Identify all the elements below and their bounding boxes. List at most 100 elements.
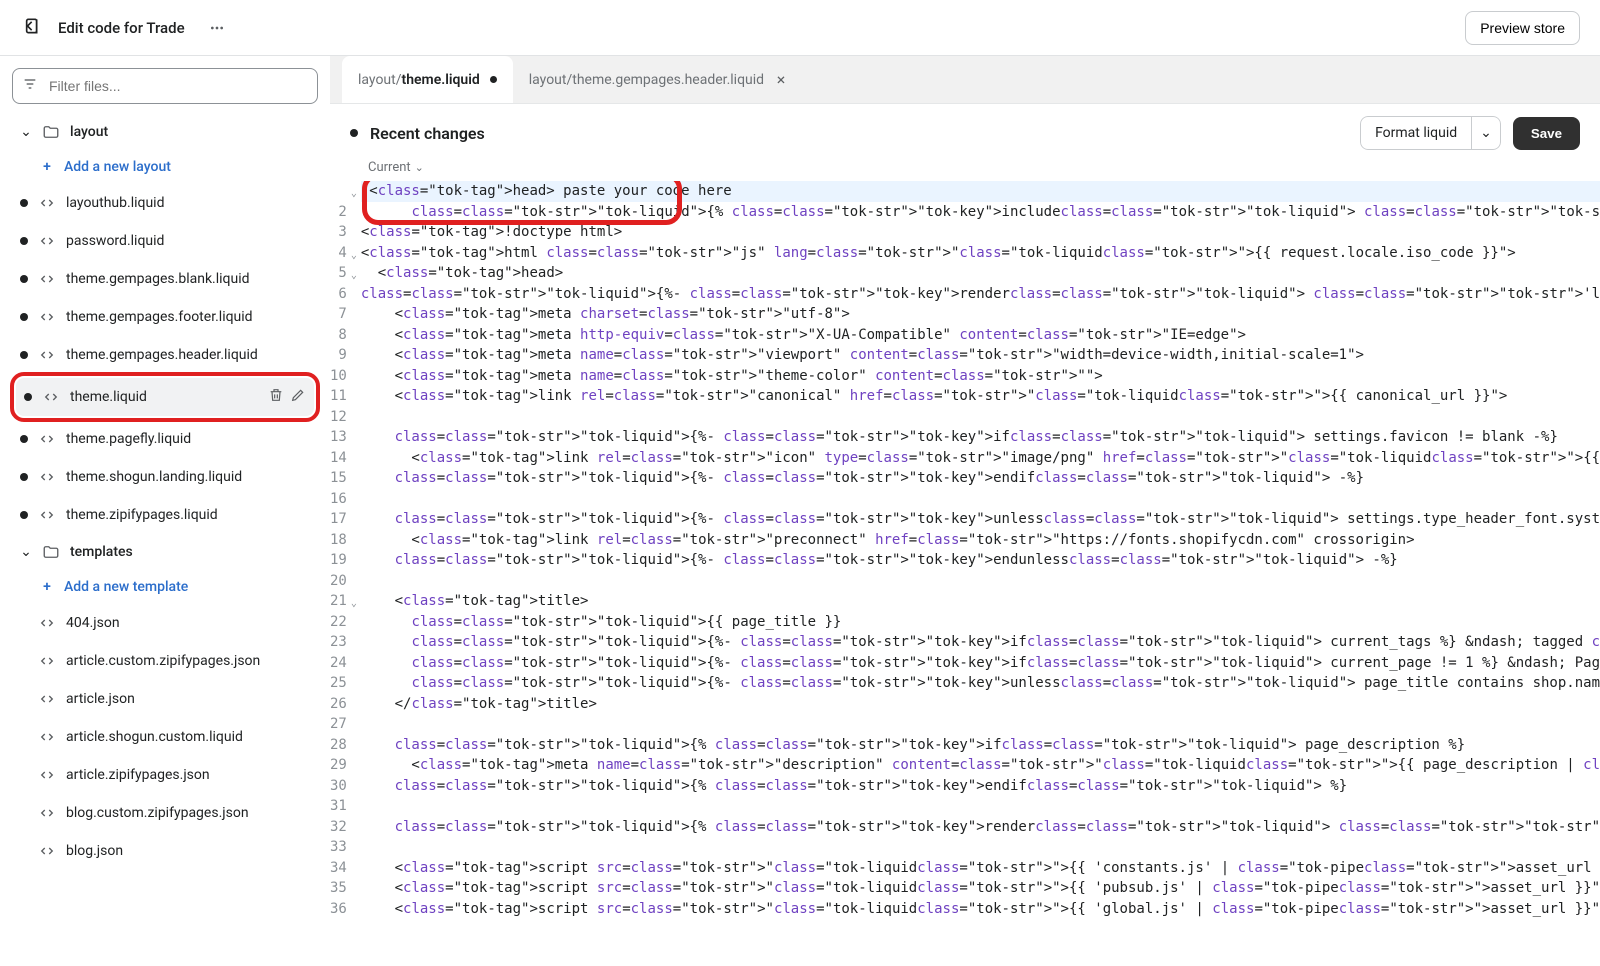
file-name: article.zipifypages.json	[66, 767, 262, 783]
file-item[interactable]: theme.pagefly.liquid	[12, 420, 318, 458]
file-name: blog.json	[66, 843, 262, 859]
code-file-icon	[38, 842, 56, 860]
tab-label: layout/theme.liquid	[358, 72, 480, 88]
more-menu-button[interactable]	[203, 14, 231, 42]
modified-dot-icon	[20, 237, 28, 245]
code-file-icon	[38, 766, 56, 784]
folder-label: layout	[70, 124, 310, 140]
code-file-icon	[38, 804, 56, 822]
file-item[interactable]: layouthub.liquid	[12, 184, 318, 222]
file-item[interactable]: blog.json	[12, 832, 318, 870]
file-name: theme.gempages.footer.liquid	[66, 309, 262, 325]
chevron-down-icon[interactable]: ⌄	[1472, 116, 1501, 150]
file-item[interactable]: theme.shogun.landing.liquid	[12, 458, 318, 496]
folder-layout[interactable]: ⌄ layout	[12, 114, 318, 150]
filter-icon	[22, 76, 38, 96]
file-name: article.json	[66, 691, 262, 707]
editor-main: layout/theme.liquid layout/theme.gempage…	[330, 56, 1600, 966]
modified-dot-icon	[20, 511, 28, 519]
folder-icon	[42, 543, 60, 561]
code-file-icon	[38, 614, 56, 632]
file-item[interactable]: article.zipifypages.json	[12, 756, 318, 794]
line-gutter: ⌄234⌄5⌄6789101112131415161718192021⌄2223…	[330, 181, 357, 919]
add-template-button[interactable]: + Add a new template	[12, 570, 318, 604]
file-item[interactable]: 404.json	[12, 604, 318, 642]
file-item[interactable]: blog.custom.zipifypages.json	[12, 794, 318, 832]
file-item[interactable]: article.json	[12, 680, 318, 718]
plus-icon: +	[40, 159, 54, 175]
code-area[interactable]: <class="tok-tag">head> paste your code h…	[357, 181, 1600, 919]
code-file-icon	[38, 468, 56, 486]
file-name: theme.pagefly.liquid	[66, 431, 262, 447]
code-file-icon	[38, 194, 56, 212]
editor-subheader: Recent changes Format liquid ⌄ Save	[330, 104, 1600, 160]
code-file-icon	[38, 728, 56, 746]
tab-label: layout/theme.gempages.header.liquid	[529, 72, 764, 88]
code-file-icon	[38, 232, 56, 250]
modified-dot-icon	[20, 313, 28, 321]
exit-icon[interactable]	[20, 16, 40, 40]
file-name: theme.zipifypages.liquid	[66, 507, 262, 523]
folder-templates[interactable]: ⌄ templates	[12, 534, 318, 570]
save-button[interactable]: Save	[1513, 117, 1580, 150]
folder-label: templates	[70, 544, 310, 560]
folder-icon	[42, 123, 60, 141]
file-sidebar: ⌄ layout + Add a new layout layouthub.li…	[0, 56, 330, 966]
modified-dot-icon	[20, 275, 28, 283]
file-name: theme.liquid	[70, 389, 258, 405]
file-name: blog.custom.zipifypages.json	[66, 805, 262, 821]
tab-gempages-header[interactable]: layout/theme.gempages.header.liquid ×	[513, 56, 804, 103]
modified-dot-icon	[20, 199, 28, 207]
file-name: theme.gempages.header.liquid	[66, 347, 262, 363]
rename-icon[interactable]	[290, 387, 306, 407]
version-selector[interactable]: Current⌄	[330, 160, 1600, 181]
bullet-icon	[350, 129, 358, 137]
close-icon[interactable]: ×	[774, 73, 788, 87]
file-name: theme.gempages.blank.liquid	[66, 271, 262, 287]
page-title: Edit code for Trade	[58, 19, 185, 37]
chevron-down-icon: ⌄	[20, 544, 32, 560]
file-item[interactable]: article.custom.zipifypages.json	[12, 642, 318, 680]
code-file-icon	[38, 430, 56, 448]
file-name: 404.json	[66, 615, 262, 631]
chevron-down-icon: ⌄	[415, 161, 424, 174]
code-file-icon	[38, 308, 56, 326]
file-name: password.liquid	[66, 233, 262, 249]
add-layout-button[interactable]: + Add a new layout	[12, 150, 318, 184]
filter-wrap	[12, 68, 318, 104]
file-item[interactable]: theme.gempages.header.liquid	[12, 336, 318, 374]
file-item[interactable]: theme.liquid	[16, 378, 314, 416]
delete-icon[interactable]	[268, 387, 284, 407]
topbar-left: Edit code for Trade	[20, 14, 231, 42]
file-name: layouthub.liquid	[66, 195, 262, 211]
format-liquid-button[interactable]: Format liquid ⌄	[1360, 116, 1501, 150]
modified-dot-icon	[24, 393, 32, 401]
modified-dot-icon	[490, 76, 497, 83]
file-item[interactable]: theme.gempages.footer.liquid	[12, 298, 318, 336]
preview-store-button[interactable]: Preview store	[1465, 11, 1580, 45]
chevron-down-icon: ⌄	[20, 124, 32, 140]
filter-input[interactable]	[12, 68, 318, 104]
plus-icon: +	[40, 579, 54, 595]
file-name: theme.shogun.landing.liquid	[66, 469, 262, 485]
recent-changes-title: Recent changes	[370, 124, 485, 143]
file-item[interactable]: article.shogun.custom.liquid	[12, 718, 318, 756]
code-file-icon	[38, 346, 56, 364]
modified-dot-icon	[20, 473, 28, 481]
topbar: Edit code for Trade Preview store	[0, 0, 1600, 56]
file-name: article.shogun.custom.liquid	[66, 729, 262, 745]
code-file-icon	[38, 652, 56, 670]
code-file-icon	[38, 270, 56, 288]
tabs-row: layout/theme.liquid layout/theme.gempage…	[330, 56, 1600, 104]
file-item[interactable]: password.liquid	[12, 222, 318, 260]
code-editor[interactable]: ⌄234⌄5⌄6789101112131415161718192021⌄2223…	[330, 181, 1600, 966]
modified-dot-icon	[20, 435, 28, 443]
file-item[interactable]: theme.gempages.blank.liquid	[12, 260, 318, 298]
file-item[interactable]: theme.zipifypages.liquid	[12, 496, 318, 534]
modified-dot-icon	[20, 351, 28, 359]
annotation-highlight: theme.liquid	[10, 372, 320, 422]
tab-theme-liquid[interactable]: layout/theme.liquid	[342, 56, 513, 103]
code-file-icon	[42, 388, 60, 406]
code-file-icon	[38, 506, 56, 524]
file-name: article.custom.zipifypages.json	[66, 653, 262, 669]
